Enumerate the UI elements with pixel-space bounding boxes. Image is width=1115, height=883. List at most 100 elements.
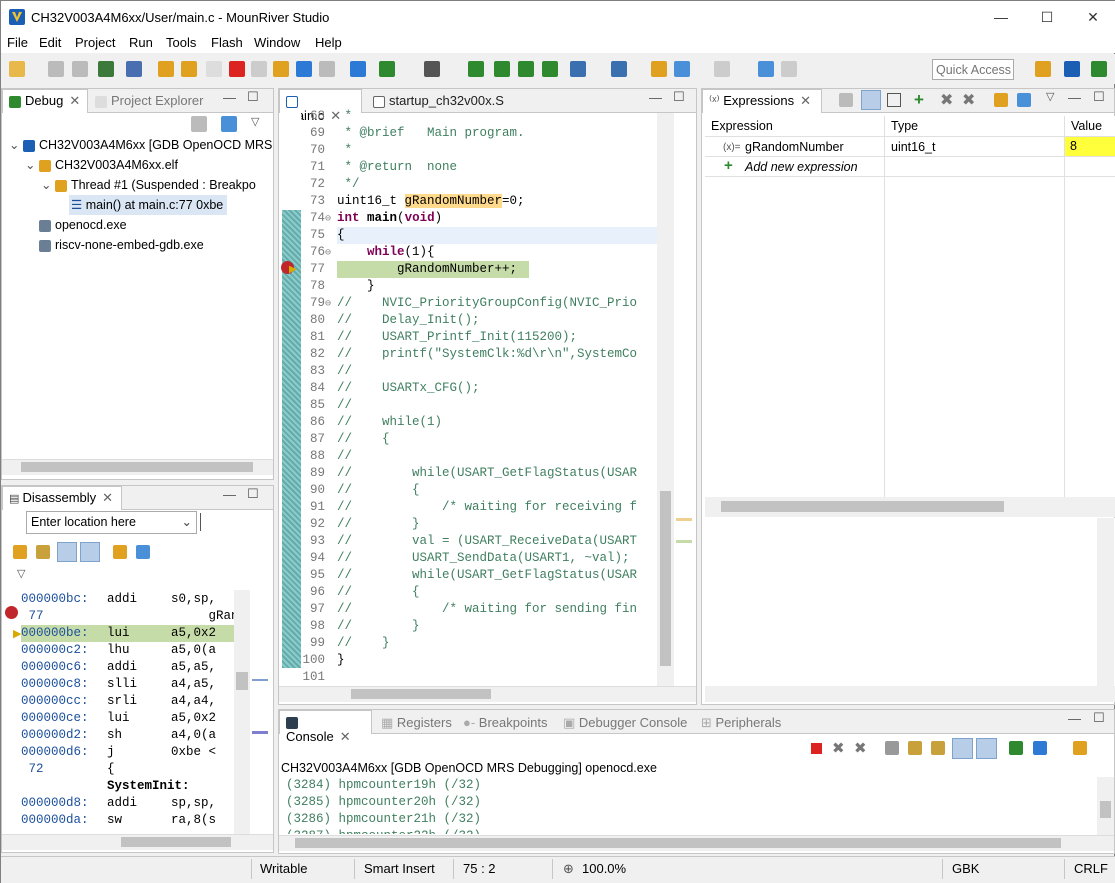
tree-elf[interactable]: ⌄ CH32V003A4M6xx.elf	[25, 155, 178, 175]
link-icon[interactable]	[57, 542, 77, 562]
code-line[interactable]: 88 //	[301, 448, 657, 465]
tab-project-explorer[interactable]: Project Explorer	[95, 89, 203, 108]
show-on-error-icon[interactable]	[976, 738, 997, 759]
show-logical-icon[interactable]	[861, 90, 881, 110]
disassembly-row[interactable]: 000000c6: addi a5,a5,	[21, 659, 234, 676]
code-line[interactable]: 82 // printf("SystemClk:%d\r\n",SystemCo	[301, 346, 657, 363]
remove-all-icon[interactable]: ✖	[854, 739, 867, 757]
menu-run[interactable]: Run	[129, 35, 153, 50]
code-line[interactable]: 90 // {	[301, 482, 657, 499]
tab-disassembly[interactable]: ▤ Disassembly ✕	[2, 486, 122, 510]
menu-file[interactable]: File	[7, 35, 28, 50]
code-line[interactable]: 93 // val = (USART_ReceiveData(USART	[301, 533, 657, 550]
maximize-view-icon[interactable]: ☐	[247, 486, 259, 502]
maximize-view-icon[interactable]: ☐	[673, 89, 685, 105]
editor-hscroll-thumb[interactable]	[351, 689, 491, 699]
save-all-icon[interactable]	[72, 61, 88, 77]
show-on-output-icon[interactable]	[952, 738, 973, 759]
tab-expressions[interactable]: ⁽ˣ⁾ Expressions ✕	[702, 89, 822, 113]
code-line[interactable]: 95 // while(USART_GetFlagStatus(USAR	[301, 567, 657, 584]
verify-icon[interactable]	[518, 61, 534, 77]
expressions-hscroll-thumb[interactable]	[721, 501, 1004, 512]
close-icon[interactable]: ✕	[69, 93, 80, 108]
pin-view-icon[interactable]	[1017, 93, 1031, 107]
code-line[interactable]: 76⊖ while(1){	[301, 244, 657, 261]
tab-peripherals[interactable]: ⊞ Peripherals	[701, 711, 781, 731]
code-line[interactable]: 101	[301, 669, 657, 686]
terminate-icon[interactable]	[811, 743, 822, 754]
pin-view-icon[interactable]	[136, 545, 150, 559]
disassembly-row[interactable]: 000000d6: j 0xbe <	[21, 744, 234, 761]
step-over-icon[interactable]	[296, 61, 312, 77]
column-value[interactable]: Value	[1071, 119, 1102, 133]
pin-icon[interactable]	[758, 61, 774, 77]
step-filter-icon[interactable]	[221, 116, 237, 132]
disassembly-row[interactable]: 000000be: lui a5,0x2	[21, 625, 234, 642]
maximize-view-icon[interactable]: ☐	[1093, 710, 1105, 726]
open-console-icon[interactable]	[1073, 741, 1087, 755]
code-line[interactable]: 94 // USART_SendData(USART1, ~val);	[301, 550, 657, 567]
tab-registers[interactable]: ▦ Registers	[381, 711, 452, 731]
code-line[interactable]: 80 // Delay_Init();	[301, 312, 657, 329]
code-line[interactable]: 97 // /* waiting for sending fin	[301, 601, 657, 618]
menu-flash[interactable]: Flash	[211, 35, 243, 50]
menu-window[interactable]: Window	[254, 35, 300, 50]
close-icon[interactable]: ✕	[102, 490, 113, 505]
disassembly-row[interactable]: 77 gRandomN	[21, 608, 235, 625]
word-wrap-icon[interactable]	[931, 741, 945, 755]
tree-gdb[interactable]: riscv-none-embed-gdb.exe	[39, 235, 204, 255]
forward-icon[interactable]	[714, 61, 730, 77]
code-line[interactable]: 68 *	[301, 108, 657, 125]
code-line[interactable]: 99 // }	[301, 635, 657, 652]
code-line[interactable]: 91 // /* waiting for receiving f	[301, 499, 657, 516]
menu-tools[interactable]: Tools	[166, 35, 196, 50]
code-line[interactable]: 98 // }	[301, 618, 657, 635]
status-encoding[interactable]: GBK	[952, 861, 979, 876]
code-line[interactable]: 92 // }	[301, 516, 657, 533]
disassembly-vscrollbar[interactable]	[234, 590, 250, 836]
new-view-icon[interactable]	[113, 545, 127, 559]
tab-debug[interactable]: Debug ✕	[2, 89, 88, 113]
maximize-button[interactable]: ☐	[1024, 5, 1070, 29]
add-new-expression[interactable]: Add new expression	[745, 160, 858, 174]
remove-launch-icon[interactable]: ✖	[832, 739, 845, 757]
code-line[interactable]: 83 //	[301, 363, 657, 380]
tree-launch[interactable]: ⌄ CH32V003A4M6xx [GDB OpenOCD MRS	[9, 135, 272, 155]
column-type[interactable]: Type	[891, 119, 918, 133]
minimize-view-icon[interactable]: —	[223, 487, 236, 502]
code-line[interactable]: 75 {	[301, 227, 657, 244]
debug-icon[interactable]	[379, 61, 395, 77]
disassembly-row[interactable]: 000000cc: srli a4,a4,	[21, 693, 234, 710]
minimize-view-icon[interactable]: —	[649, 90, 662, 105]
code-line[interactable]: 84 // USARTx_CFG();	[301, 380, 657, 397]
code-line[interactable]: 70 *	[301, 142, 657, 159]
clear-icon[interactable]	[542, 61, 558, 77]
pin-console-icon[interactable]	[1009, 741, 1023, 755]
save-icon[interactable]	[48, 61, 64, 77]
disassembly-row[interactable]: 000000d8: addi sp,sp,	[21, 795, 234, 812]
back-icon[interactable]	[674, 61, 690, 77]
expression-detail-pane[interactable]	[705, 518, 1115, 686]
debug-perspective-icon[interactable]	[1091, 61, 1107, 77]
show-source-icon[interactable]	[80, 542, 100, 562]
new-icon[interactable]	[9, 61, 25, 77]
minimize-view-icon[interactable]: —	[223, 90, 236, 105]
display-console-icon[interactable]	[1033, 741, 1047, 755]
new-view-icon[interactable]	[994, 93, 1008, 107]
step-return-icon[interactable]	[319, 61, 335, 77]
tree-openocd[interactable]: openocd.exe	[39, 215, 127, 235]
status-line-ending[interactable]: CRLF	[1074, 861, 1108, 876]
code-line[interactable]: 77 gRandomNumber++;	[301, 261, 657, 278]
code-line[interactable]: 87 // {	[301, 431, 657, 448]
view-menu-icon[interactable]: ▽	[1046, 90, 1054, 103]
terminate-icon[interactable]	[229, 61, 245, 77]
disassembly-row[interactable]: 000000bc: addi s0,sp,	[21, 591, 234, 608]
disassembly-row[interactable]: 000000da: sw ra,8(s	[21, 812, 234, 829]
detail-hscrollbar[interactable]	[705, 686, 1115, 702]
next-annotation-icon[interactable]	[570, 61, 586, 77]
remove-icon[interactable]: ✖	[940, 90, 953, 110]
code-line[interactable]: 86 // while(1)	[301, 414, 657, 431]
location-combobox[interactable]: Enter location here ⌄	[26, 511, 197, 534]
tree-thread[interactable]: ⌄ Thread #1 (Suspended : Breakpo	[41, 175, 256, 195]
last-edit-icon[interactable]	[651, 61, 667, 77]
